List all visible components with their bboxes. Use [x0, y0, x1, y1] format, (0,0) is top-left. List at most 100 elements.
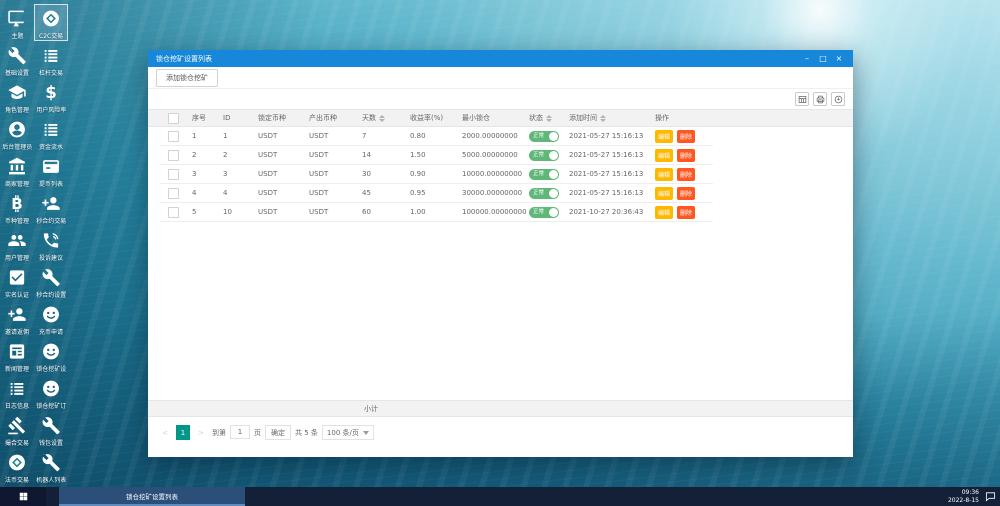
desktop-icon[interactable]: 商家管理: [0, 152, 34, 189]
select-all-checkbox[interactable]: [167, 112, 179, 124]
next-page-button[interactable]: >: [194, 425, 208, 440]
list-icon: [41, 46, 61, 65]
taskbar-item[interactable]: 锁仓挖矿设置列表: [59, 487, 245, 506]
sort-icon[interactable]: [600, 114, 606, 122]
chevron-down-icon: [362, 430, 369, 435]
column-header: 序号: [186, 110, 217, 126]
goto-page-input[interactable]: 1: [230, 425, 250, 439]
cell-id: 3: [223, 170, 228, 178]
row-checkbox[interactable]: [167, 149, 179, 161]
column-header: 产出币种: [303, 110, 356, 126]
toggle-knob: [549, 169, 558, 179]
cell-min-lock: 10000.00000000: [462, 170, 523, 178]
desktop-icon[interactable]: 锁仓挖矿设: [34, 337, 68, 374]
sort-icon[interactable]: [379, 114, 385, 122]
chat-bubble-icon[interactable]: [985, 491, 996, 502]
desktop-icon[interactable]: 用户管理: [0, 226, 34, 263]
desktop-icon-label: 法币交易: [5, 476, 29, 484]
desktop-icon[interactable]: 实名认证: [0, 263, 34, 300]
desktop-icon[interactable]: 后台管理员: [0, 115, 34, 152]
cell-rate: 0.90: [410, 170, 426, 178]
row-checkbox[interactable]: [167, 206, 179, 218]
desktop-icon[interactable]: 邀请返佣: [0, 300, 34, 337]
edit-button[interactable]: 编辑: [655, 167, 674, 181]
export-button[interactable]: [831, 92, 845, 106]
row-checkbox[interactable]: [167, 130, 179, 142]
desktop-icon[interactable]: 锁仓挖矿订: [34, 374, 68, 411]
desktop-icon-label: 实名认证: [5, 291, 29, 299]
toolbar: 添加锁仓挖矿: [148, 67, 853, 89]
edit-button[interactable]: 编辑: [655, 205, 674, 219]
window-title: 锁仓挖矿设置列表: [156, 54, 212, 63]
edit-button[interactable]: 编辑: [655, 186, 674, 200]
add-lockup-button[interactable]: 添加锁仓挖矿: [156, 68, 218, 87]
desktop-icon[interactable]: 秒合约交易: [34, 189, 68, 226]
desktop-icon[interactable]: 充币申请: [34, 300, 68, 337]
status-toggle[interactable]: 正常: [529, 187, 559, 199]
status-toggle[interactable]: 正常: [529, 206, 559, 218]
column-header: 收益率(%): [404, 110, 456, 126]
column-header-label: ID: [223, 114, 231, 122]
desktop-icon[interactable]: 法币交易: [0, 448, 34, 485]
desktop-icon-label: 用户管理: [5, 254, 29, 262]
desktop-icon[interactable]: 基础设置: [0, 41, 34, 78]
status-label: 正常: [533, 170, 545, 177]
desktop-icon-label: 币种管理: [5, 217, 29, 225]
cell-out-coin: USDT: [309, 151, 329, 159]
desktop-icon-label: 秒合约交易: [36, 217, 66, 225]
delete-button[interactable]: 删除: [677, 148, 696, 162]
desktop-icon[interactable]: 秒合约设置: [34, 263, 68, 300]
desktop-icon-label: 撮合交易: [5, 439, 29, 447]
goto-prefix: 到第: [212, 428, 226, 437]
close-button[interactable]: ×: [831, 50, 847, 67]
desktop-icon[interactable]: 角色管理: [0, 78, 34, 115]
cell-id: 10: [223, 208, 232, 216]
desktop-icon[interactable]: 主题: [0, 4, 34, 41]
filter-columns-button[interactable]: [795, 92, 809, 106]
print-icon: [816, 95, 825, 104]
desktop-icon[interactable]: 币种管理: [0, 189, 34, 226]
row-checkbox[interactable]: [167, 168, 179, 180]
summary-label: 小计: [364, 405, 378, 413]
export-icon: [834, 95, 843, 104]
desktop-icon[interactable]: 新闻管理: [0, 337, 34, 374]
current-page-button[interactable]: 1: [176, 425, 190, 440]
delete-button[interactable]: 删除: [677, 205, 696, 219]
desktop-icon[interactable]: 用户风险率: [34, 78, 68, 115]
status-toggle[interactable]: 正常: [529, 149, 559, 161]
print-button[interactable]: [813, 92, 827, 106]
delete-button[interactable]: 删除: [677, 129, 696, 143]
desktop-icon[interactable]: 提币列表: [34, 152, 68, 189]
start-button[interactable]: [0, 487, 46, 506]
page-size-select[interactable]: 100 条/页: [321, 425, 374, 440]
desktop-icon[interactable]: 撮合交易: [0, 411, 34, 448]
edit-button[interactable]: 编辑: [655, 129, 674, 143]
column-header: 添加时间: [563, 110, 653, 126]
column-header: 操作: [653, 110, 713, 126]
desktop-icon[interactable]: 杠杆交易: [34, 41, 68, 78]
status-toggle[interactable]: 正常: [529, 168, 559, 180]
toggle-knob: [549, 188, 558, 198]
desktop-icon[interactable]: 资金流水: [34, 115, 68, 152]
table-row: 4 4 USDT USDT 45 0.95 30000.00000000 正常 …: [160, 184, 713, 203]
cell-min-lock: 100000.00000000: [462, 208, 527, 216]
prev-page-button[interactable]: <: [158, 425, 172, 440]
edit-button[interactable]: 编辑: [655, 148, 674, 162]
desktop-icon[interactable]: 钱包设置: [34, 411, 68, 448]
desktop-icon[interactable]: 机器人列表: [34, 448, 68, 485]
status-toggle[interactable]: 正常: [529, 130, 559, 142]
cell-seq: 3: [192, 170, 197, 178]
desktop-icon-label: 秒合约设置: [36, 291, 66, 299]
maximize-button[interactable]: □: [815, 50, 831, 67]
desktop-icon[interactable]: 投诉建议: [34, 226, 68, 263]
minimize-button[interactable]: –: [799, 50, 815, 67]
delete-button[interactable]: 删除: [677, 167, 696, 181]
desktop-icon[interactable]: 日志信息: [0, 374, 34, 411]
sort-icon[interactable]: [546, 114, 552, 122]
goto-confirm-button[interactable]: 确定: [265, 425, 291, 440]
cell-id: 2: [223, 151, 228, 159]
row-checkbox[interactable]: [167, 187, 179, 199]
desktop-icon[interactable]: C2C交易: [34, 4, 68, 41]
delete-button[interactable]: 删除: [677, 186, 696, 200]
table-row: 1 1 USDT USDT 7 0.80 2000.00000000 正常 20…: [160, 127, 713, 146]
